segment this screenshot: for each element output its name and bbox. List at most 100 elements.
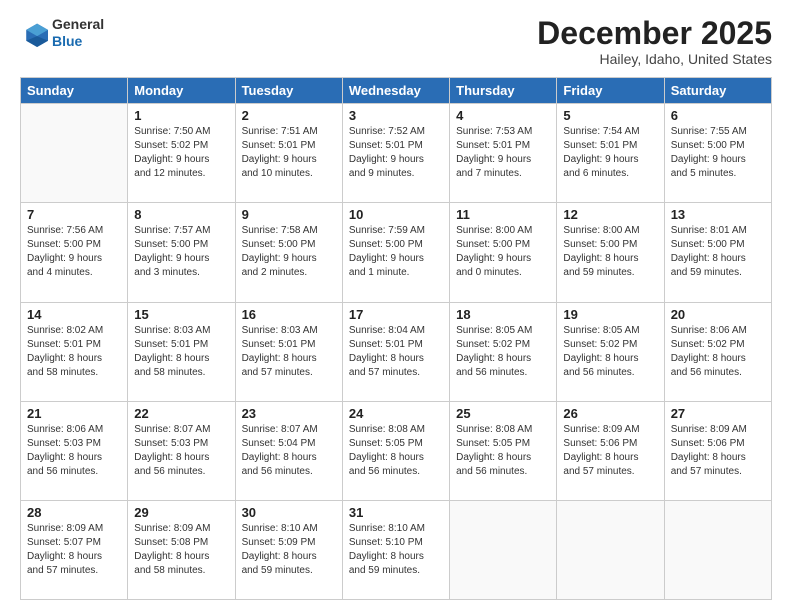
cell-info: Sunrise: 7:52 AM Sunset: 5:01 PM Dayligh… bbox=[349, 125, 443, 181]
cell-info: Sunrise: 8:08 AM Sunset: 5:05 PM Dayligh… bbox=[349, 423, 443, 479]
cell-info: Sunrise: 7:58 AM Sunset: 5:00 PM Dayligh… bbox=[242, 224, 336, 280]
logo-icon bbox=[20, 19, 48, 47]
calendar-cell bbox=[557, 500, 664, 599]
cell-info: Sunrise: 7:56 AM Sunset: 5:00 PM Dayligh… bbox=[27, 224, 121, 280]
cell-info: Sunrise: 8:09 AM Sunset: 5:06 PM Dayligh… bbox=[563, 423, 657, 479]
cell-date: 15 bbox=[134, 307, 228, 322]
cell-info: Sunrise: 7:54 AM Sunset: 5:01 PM Dayligh… bbox=[563, 125, 657, 181]
cell-date: 18 bbox=[456, 307, 550, 322]
logo-blue-text: Blue bbox=[52, 33, 104, 50]
calendar-cell bbox=[450, 500, 557, 599]
cell-date: 1 bbox=[134, 108, 228, 123]
col-header-thursday: Thursday bbox=[450, 78, 557, 104]
calendar-cell: 2Sunrise: 7:51 AM Sunset: 5:01 PM Daylig… bbox=[235, 104, 342, 203]
cell-info: Sunrise: 8:09 AM Sunset: 5:08 PM Dayligh… bbox=[134, 522, 228, 578]
cell-date: 25 bbox=[456, 406, 550, 421]
cell-info: Sunrise: 8:00 AM Sunset: 5:00 PM Dayligh… bbox=[563, 224, 657, 280]
calendar-cell: 14 Sunrise: 8:02 AM Sunset: 5:01 PM Dayli… bbox=[21, 302, 128, 401]
cell-info: Sunrise: 8:05 AM Sunset: 5:02 PM Dayligh… bbox=[456, 324, 550, 380]
cell-date: 6 bbox=[671, 108, 765, 123]
calendar-cell: 7 Sunrise: 7:56 AM Sunset: 5:00 PM Daylig… bbox=[21, 203, 128, 302]
cell-info: Sunrise: 8:05 AM Sunset: 5:02 PM Dayligh… bbox=[563, 324, 657, 380]
cell-date: 23 bbox=[242, 406, 336, 421]
cell-date: 7 bbox=[27, 207, 121, 222]
calendar-cell: 29 Sunrise: 8:09 AM Sunset: 5:08 PM Dayli… bbox=[128, 500, 235, 599]
cell-date: 30 bbox=[242, 505, 336, 520]
cell-date: 28 bbox=[27, 505, 121, 520]
calendar-week-4: 21 Sunrise: 8:06 AM Sunset: 5:03 PM Dayli… bbox=[21, 401, 772, 500]
cell-date: 8 bbox=[134, 207, 228, 222]
calendar-cell: 17 Sunrise: 8:04 AM Sunset: 5:01 PM Dayli… bbox=[342, 302, 449, 401]
col-header-friday: Friday bbox=[557, 78, 664, 104]
cell-info: Sunrise: 8:02 AM Sunset: 5:01 PM Dayligh… bbox=[27, 324, 121, 380]
location: Hailey, Idaho, United States bbox=[537, 51, 772, 67]
logo: General Blue bbox=[20, 16, 104, 50]
calendar-cell: 3 Sunrise: 7:52 AM Sunset: 5:01 PM Daylig… bbox=[342, 104, 449, 203]
calendar-cell: 18 Sunrise: 8:05 AM Sunset: 5:02 PM Dayli… bbox=[450, 302, 557, 401]
calendar-cell: 15Sunrise: 8:03 AM Sunset: 5:01 PM Dayli… bbox=[128, 302, 235, 401]
cell-info: Sunrise: 7:51 AM Sunset: 5:01 PM Dayligh… bbox=[242, 125, 336, 181]
cell-info: Sunrise: 7:50 AM Sunset: 5:02 PM Dayligh… bbox=[134, 125, 228, 181]
cell-date: 27 bbox=[671, 406, 765, 421]
calendar-cell bbox=[21, 104, 128, 203]
logo-general-text: General bbox=[52, 16, 104, 33]
calendar-week-5: 28 Sunrise: 8:09 AM Sunset: 5:07 PM Dayli… bbox=[21, 500, 772, 599]
cell-date: 22 bbox=[134, 406, 228, 421]
calendar-cell: 9 Sunrise: 7:58 AM Sunset: 5:00 PM Daylig… bbox=[235, 203, 342, 302]
cell-date: 5 bbox=[563, 108, 657, 123]
calendar-cell: 12Sunrise: 8:00 AM Sunset: 5:00 PM Dayli… bbox=[557, 203, 664, 302]
calendar-week-2: 7 Sunrise: 7:56 AM Sunset: 5:00 PM Daylig… bbox=[21, 203, 772, 302]
cell-info: Sunrise: 8:10 AM Sunset: 5:09 PM Dayligh… bbox=[242, 522, 336, 578]
header: General Blue December 2025 Hailey, Idaho… bbox=[20, 16, 772, 67]
title-block: December 2025 Hailey, Idaho, United Stat… bbox=[537, 16, 772, 67]
cell-info: Sunrise: 7:57 AM Sunset: 5:00 PM Dayligh… bbox=[134, 224, 228, 280]
calendar-cell: 6 Sunrise: 7:55 AM Sunset: 5:00 PM Daylig… bbox=[664, 104, 771, 203]
cell-info: Sunrise: 8:06 AM Sunset: 5:03 PM Dayligh… bbox=[27, 423, 121, 479]
cell-info: Sunrise: 8:09 AM Sunset: 5:07 PM Dayligh… bbox=[27, 522, 121, 578]
cell-info: Sunrise: 8:07 AM Sunset: 5:04 PM Dayligh… bbox=[242, 423, 336, 479]
cell-date: 17 bbox=[349, 307, 443, 322]
cell-date: 29 bbox=[134, 505, 228, 520]
calendar-cell: 16Sunrise: 8:03 AM Sunset: 5:01 PM Dayli… bbox=[235, 302, 342, 401]
cell-info: Sunrise: 7:53 AM Sunset: 5:01 PM Dayligh… bbox=[456, 125, 550, 181]
calendar-cell: 1 Sunrise: 7:50 AM Sunset: 5:02 PM Daylig… bbox=[128, 104, 235, 203]
calendar-cell: 25 Sunrise: 8:08 AM Sunset: 5:05 PM Dayli… bbox=[450, 401, 557, 500]
cell-info: Sunrise: 8:06 AM Sunset: 5:02 PM Dayligh… bbox=[671, 324, 765, 380]
cell-date: 9 bbox=[242, 207, 336, 222]
calendar-cell: 27Sunrise: 8:09 AM Sunset: 5:06 PM Dayli… bbox=[664, 401, 771, 500]
calendar-cell: 11 Sunrise: 8:00 AM Sunset: 5:00 PM Dayli… bbox=[450, 203, 557, 302]
calendar-cell: 21 Sunrise: 8:06 AM Sunset: 5:03 PM Dayli… bbox=[21, 401, 128, 500]
col-header-wednesday: Wednesday bbox=[342, 78, 449, 104]
cell-date: 3 bbox=[349, 108, 443, 123]
cell-date: 20 bbox=[671, 307, 765, 322]
calendar-cell: 26Sunrise: 8:09 AM Sunset: 5:06 PM Dayli… bbox=[557, 401, 664, 500]
cell-date: 4 bbox=[456, 108, 550, 123]
cell-info: Sunrise: 8:10 AM Sunset: 5:10 PM Dayligh… bbox=[349, 522, 443, 578]
cell-info: Sunrise: 8:07 AM Sunset: 5:03 PM Dayligh… bbox=[134, 423, 228, 479]
calendar-cell: 10Sunrise: 7:59 AM Sunset: 5:00 PM Dayli… bbox=[342, 203, 449, 302]
calendar-cell: 30 Sunrise: 8:10 AM Sunset: 5:09 PM Dayli… bbox=[235, 500, 342, 599]
calendar-cell bbox=[664, 500, 771, 599]
cell-date: 14 bbox=[27, 307, 121, 322]
cell-date: 21 bbox=[27, 406, 121, 421]
month-title: December 2025 bbox=[537, 16, 772, 51]
cell-info: Sunrise: 8:01 AM Sunset: 5:00 PM Dayligh… bbox=[671, 224, 765, 280]
cell-date: 16 bbox=[242, 307, 336, 322]
cell-info: Sunrise: 8:08 AM Sunset: 5:05 PM Dayligh… bbox=[456, 423, 550, 479]
calendar-week-3: 14 Sunrise: 8:02 AM Sunset: 5:01 PM Dayli… bbox=[21, 302, 772, 401]
cell-info: Sunrise: 7:59 AM Sunset: 5:00 PM Dayligh… bbox=[349, 224, 443, 280]
cell-info: Sunrise: 7:55 AM Sunset: 5:00 PM Dayligh… bbox=[671, 125, 765, 181]
calendar-cell: 20 Sunrise: 8:06 AM Sunset: 5:02 PM Dayli… bbox=[664, 302, 771, 401]
cell-info: Sunrise: 8:00 AM Sunset: 5:00 PM Dayligh… bbox=[456, 224, 550, 280]
calendar-cell: 19 Sunrise: 8:05 AM Sunset: 5:02 PM Dayli… bbox=[557, 302, 664, 401]
cell-info: Sunrise: 8:04 AM Sunset: 5:01 PM Dayligh… bbox=[349, 324, 443, 380]
main-container: General Blue December 2025 Hailey, Idaho… bbox=[0, 0, 792, 612]
calendar-header-row: SundayMondayTuesdayWednesdayThursdayFrid… bbox=[21, 78, 772, 104]
col-header-tuesday: Tuesday bbox=[235, 78, 342, 104]
cell-date: 11 bbox=[456, 207, 550, 222]
col-header-saturday: Saturday bbox=[664, 78, 771, 104]
cell-date: 31 bbox=[349, 505, 443, 520]
col-header-monday: Monday bbox=[128, 78, 235, 104]
cell-date: 19 bbox=[563, 307, 657, 322]
col-header-sunday: Sunday bbox=[21, 78, 128, 104]
